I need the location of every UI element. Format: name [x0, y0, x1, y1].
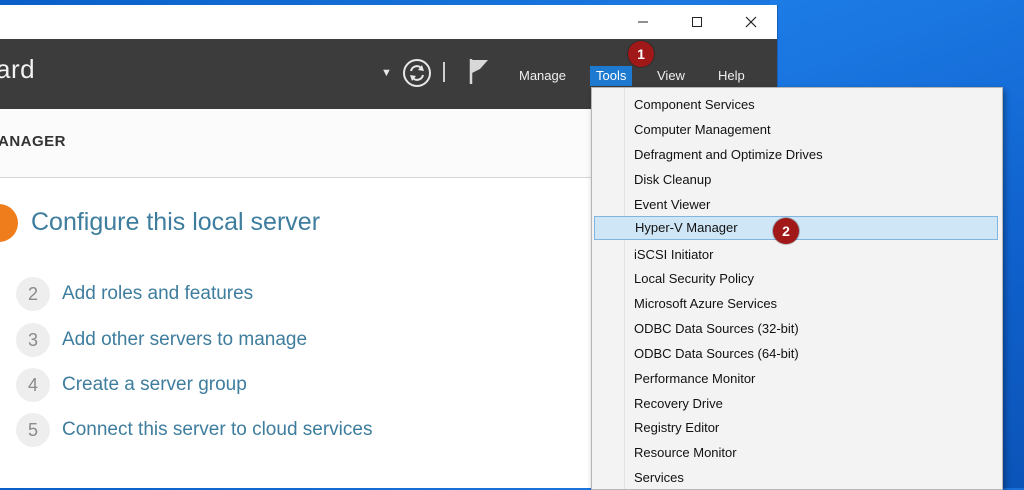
menu-item-event-viewer[interactable]: Event Viewer: [594, 193, 998, 217]
menu-item-services[interactable]: Services: [594, 466, 998, 490]
menu-item-recovery-drive[interactable]: Recovery Drive: [594, 392, 998, 416]
step-1-link[interactable]: Configure this local server: [31, 208, 320, 237]
menu-manage[interactable]: Manage: [513, 66, 572, 86]
step-5[interactable]: 5 Connect this server to cloud services: [16, 413, 372, 447]
menu-item-computer-management[interactable]: Computer Management: [594, 118, 998, 142]
maximize-icon: [692, 17, 702, 27]
maximize-button[interactable]: [672, 5, 722, 39]
minimize-button[interactable]: [618, 5, 668, 39]
step-4[interactable]: 4 Create a server group: [16, 368, 247, 402]
step-number: 4: [16, 368, 50, 402]
flag-icon[interactable]: [468, 57, 490, 90]
tools-dropdown-menu: Component Services Computer Management D…: [591, 87, 1003, 490]
step-link[interactable]: Add roles and features: [62, 283, 253, 305]
step-link[interactable]: Create a server group: [62, 374, 247, 396]
step-1-circle: [0, 204, 18, 242]
menu-item-registry-editor[interactable]: Registry Editor: [594, 416, 998, 440]
minimize-icon: [638, 21, 648, 23]
annotation-badge-1: 1: [628, 41, 654, 67]
menu-item-component-services[interactable]: Component Services: [594, 93, 998, 117]
refresh-icon[interactable]: [402, 58, 432, 93]
close-button[interactable]: [726, 5, 776, 39]
menu-tools[interactable]: Tools: [590, 66, 633, 86]
annotation-badge-2: 2: [773, 218, 799, 244]
step-number: 2: [16, 277, 50, 311]
dropdown-arrow-icon[interactable]: ▼: [381, 67, 392, 79]
menu-view[interactable]: View: [651, 66, 691, 86]
menu-item-defragment[interactable]: Defragment and Optimize Drives: [594, 143, 998, 167]
menu-item-odbc-32[interactable]: ODBC Data Sources (32-bit): [594, 317, 998, 341]
step-number: 5: [16, 413, 50, 447]
menu-item-odbc-64[interactable]: ODBC Data Sources (64-bit): [594, 342, 998, 366]
title-bar: [0, 5, 777, 39]
close-icon: [745, 16, 757, 28]
menu-help[interactable]: Help: [712, 66, 751, 86]
window-title: ard: [0, 54, 36, 84]
step-2[interactable]: 2 Add roles and features: [16, 277, 253, 311]
menu-item-local-security-policy[interactable]: Local Security Policy: [594, 267, 998, 291]
toolbar-separator: [443, 62, 445, 82]
step-link[interactable]: Connect this server to cloud services: [62, 419, 372, 441]
step-number: 3: [16, 323, 50, 357]
menu-item-performance-monitor[interactable]: Performance Monitor: [594, 367, 998, 391]
section-header: ANAGER: [0, 133, 67, 150]
menu-item-azure-services[interactable]: Microsoft Azure Services: [594, 292, 998, 316]
menu-item-disk-cleanup[interactable]: Disk Cleanup: [594, 168, 998, 192]
step-3[interactable]: 3 Add other servers to manage: [16, 323, 307, 357]
step-link[interactable]: Add other servers to manage: [62, 329, 307, 351]
menu-item-resource-monitor[interactable]: Resource Monitor: [594, 441, 998, 465]
menu-item-iscsi-initiator[interactable]: iSCSI Initiator: [594, 243, 998, 267]
